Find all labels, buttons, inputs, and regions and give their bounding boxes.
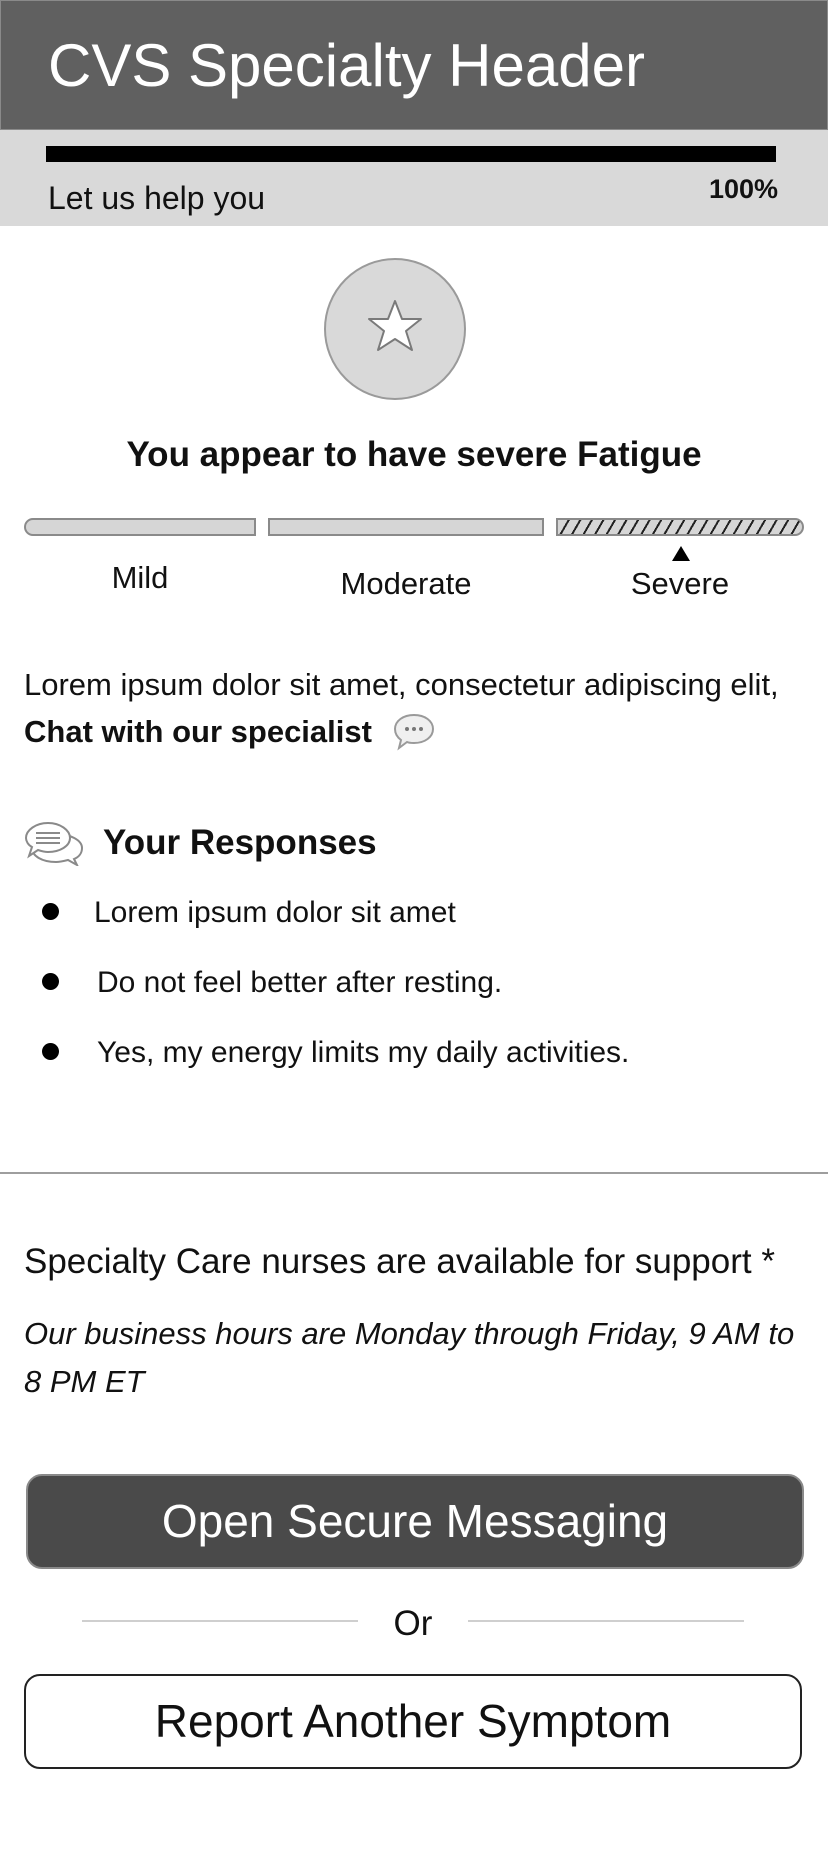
responses-title: Your Responses [103,823,377,862]
progress-percent: 100% [708,174,778,204]
severity-label-mild: Mild [111,560,169,595]
progress-section: Let us help you 100% [0,130,828,226]
app-header: CVS Specialty Header [0,0,828,130]
bullet-icon [42,903,59,920]
response-item: Lorem ipsum dolor sit amet [94,896,456,929]
progress-bar-fill [46,146,776,162]
progress-bar [46,146,776,162]
severity-segment-severe [556,518,804,536]
severity-marker-icon [672,546,690,561]
star-icon [324,258,466,400]
speech-bubbles-icon [24,820,86,871]
response-item: Yes, my energy limits my daily activitie… [97,1036,630,1069]
severity-label-severe: Severe [630,566,730,601]
bullet-icon [42,1043,59,1060]
chat-with-specialist-link[interactable]: Chat with our specialist [24,714,372,750]
intro-text: Lorem ipsum dolor sit amet, consectetur … [24,667,779,702]
or-label: Or [393,1604,433,1643]
result-title: You appear to have severe Fatigue [126,435,702,474]
severity-segment-mild [24,518,256,536]
response-item: Do not feel better after resting. [97,966,503,999]
header-title: CVS Specialty Header [48,32,645,99]
severity-segment-moderate [268,518,544,536]
chat-bubble-icon[interactable] [392,712,436,757]
or-divider-right [468,1620,744,1622]
severity-label-moderate: Moderate [340,566,472,601]
or-divider-left [82,1620,358,1622]
report-another-symptom-button[interactable]: Report Another Symptom [24,1674,802,1769]
progress-caption: Let us help you [48,180,266,216]
nurses-availability-text: Specialty Care nurses are available for … [24,1242,775,1281]
open-secure-messaging-button[interactable]: Open Secure Messaging [26,1474,804,1569]
section-divider [0,1172,828,1174]
bullet-icon [42,973,59,990]
business-hours-text: Our business hours are Monday through Fr… [24,1316,795,1399]
